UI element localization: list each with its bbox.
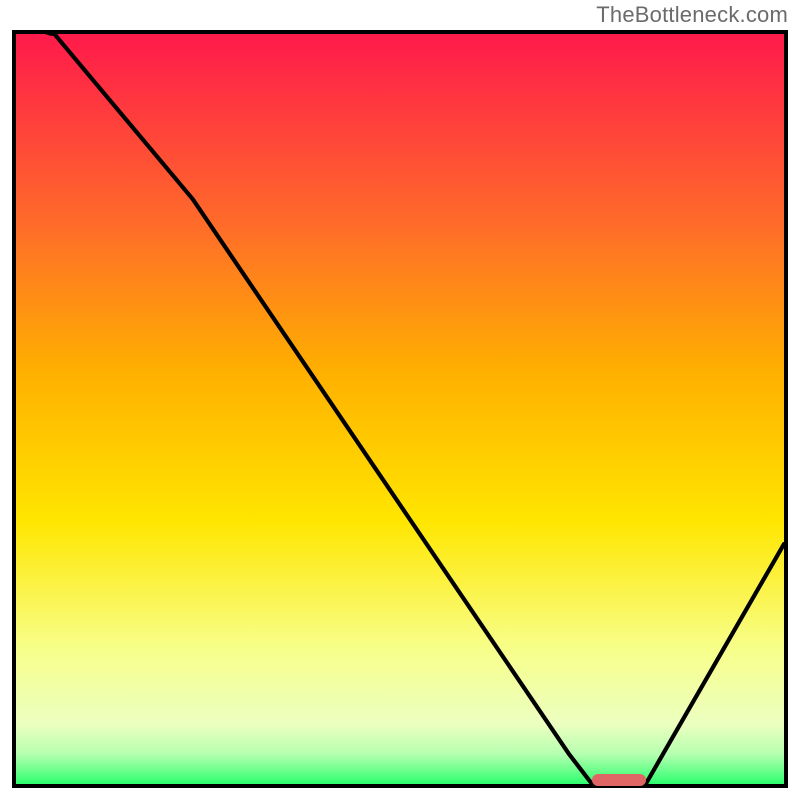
chart-frame: TheBottleneck.com bbox=[0, 0, 800, 800]
optimum-marker bbox=[592, 774, 646, 786]
plot-area bbox=[12, 30, 788, 788]
attribution-text: TheBottleneck.com bbox=[596, 2, 788, 28]
gradient-background bbox=[16, 34, 784, 784]
